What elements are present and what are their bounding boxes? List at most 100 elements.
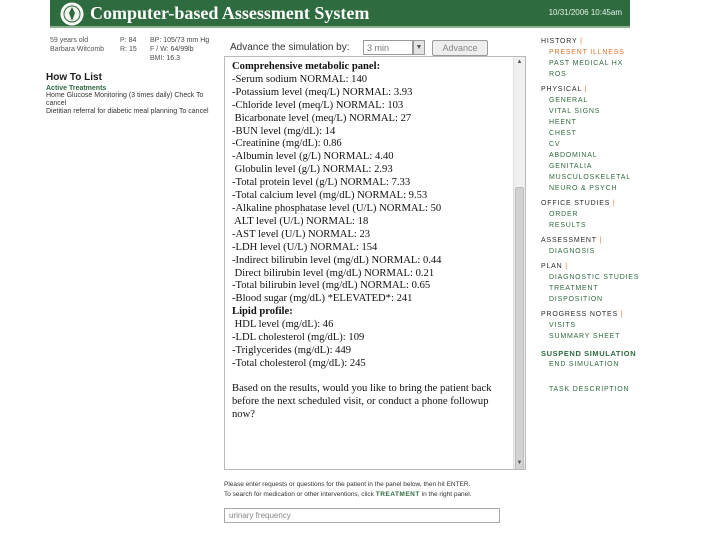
menu-separator: | bbox=[612, 200, 616, 207]
bmi-label: BMI: bbox=[150, 55, 165, 62]
patient-pulse-resp: P: 84 R: 15 bbox=[120, 36, 137, 54]
patient-identity: 59 years old Barbara Witcomb bbox=[50, 36, 104, 54]
right-nav-menu: HISTORY | PRESENT ILLNESS PAST MEDICAL H… bbox=[541, 36, 661, 395]
menu-section-physical[interactable]: PHYSICAL | bbox=[541, 84, 661, 95]
menu-section-office-studies[interactable]: OFFICE STUDIES | bbox=[541, 198, 661, 209]
scroll-up-icon[interactable]: ▲ bbox=[514, 57, 525, 68]
result-line: -BUN level (mg/dL): 14 bbox=[232, 125, 336, 137]
bmi-value: 16.3 bbox=[166, 55, 180, 62]
advance-label: Advance the simulation by: bbox=[230, 42, 350, 53]
chevron-down-icon[interactable]: ▼ bbox=[413, 40, 425, 55]
result-line: -Blood sugar (mg/dL) *ELEVATED*: 241 bbox=[232, 293, 413, 305]
menu-section-assessment[interactable]: ASSESSMENT | bbox=[541, 235, 661, 246]
app-header: Computer-based Assessment System 10/31/2… bbox=[50, 0, 630, 28]
result-line: -Alkaline phosphatase level (U/L) NORMAL… bbox=[232, 202, 442, 214]
how-to-list: How To List Active Treatments Home Gluco… bbox=[46, 72, 222, 116]
menu-item-summary-sheet[interactable]: SUMMARY SHEET bbox=[541, 331, 661, 342]
followup-question: Based on the results, would you like to … bbox=[232, 382, 492, 420]
result-line: -Potassium level (meq/L) NORMAL: 3.93 bbox=[232, 86, 413, 98]
suspend-simulation-link[interactable]: SUSPEND SIMULATION bbox=[541, 348, 661, 359]
menu-separator: | bbox=[565, 263, 568, 270]
instruction-line-1: Please enter requests or questions for t… bbox=[224, 481, 471, 488]
lipid-line: -LDL cholesterol (mg/dL): 109 bbox=[232, 332, 365, 344]
how-to-title: How To List bbox=[46, 72, 102, 83]
menu-section-progress-notes[interactable]: PROGRESS NOTES | bbox=[541, 309, 661, 320]
result-line: -Total protein level (g/L) NORMAL: 7.33 bbox=[232, 177, 411, 189]
menu-item-disposition[interactable]: DISPOSITION bbox=[541, 294, 661, 305]
result-line: ALT level (U/L) NORMAL: 18 bbox=[232, 215, 369, 227]
physical-label: PHYSICAL bbox=[541, 86, 582, 93]
result-line: -Albumin level (g/L) NORMAL: 4.40 bbox=[232, 151, 394, 163]
result-line: -LDH level (U/L) NORMAL: 154 bbox=[232, 241, 378, 253]
menu-item-musculoskeletal[interactable]: MUSCULOSKELETAL bbox=[541, 172, 661, 183]
menu-item-chest[interactable]: CHEST bbox=[541, 128, 661, 139]
result-line: Direct bilirubin level (mg/dL) NORMAL: 0… bbox=[232, 267, 435, 279]
patient-vitals: BP: 105/73 mm Hg F / W: 64/99lb BMI: 16.… bbox=[150, 36, 209, 63]
menu-item-abdominal[interactable]: ABDOMINAL bbox=[541, 150, 661, 161]
menu-separator: | bbox=[599, 237, 603, 244]
task-description-link[interactable]: TASK DESCRIPTION bbox=[541, 384, 661, 395]
pulse-label: P: bbox=[120, 37, 127, 44]
results-content: Comprehensive metabolic panel: -Serum so… bbox=[232, 61, 512, 421]
lipid-heading: Lipid profile: bbox=[232, 306, 293, 318]
treatment-item[interactable]: Dietitian referral for diabetic meal pla… bbox=[46, 108, 222, 116]
menu-item-vital-signs[interactable]: VITAL SIGNS bbox=[541, 106, 661, 117]
results-scrollbar[interactable]: ▲ ▼ bbox=[513, 57, 525, 469]
office-studies-label: OFFICE STUDIES bbox=[541, 200, 611, 207]
header-datetime: 10/31/2006 10:45am bbox=[548, 8, 622, 17]
menu-separator: | bbox=[580, 38, 583, 45]
results-panel[interactable]: Comprehensive metabolic panel: -Serum so… bbox=[224, 56, 526, 470]
treatment-item[interactable]: Home Glucose Monitoring (3 times daily) … bbox=[46, 92, 222, 108]
menu-separator: | bbox=[584, 86, 588, 93]
menu-section-history[interactable]: HISTORY | bbox=[541, 36, 661, 47]
bp-value: 105/73 mm Hg bbox=[163, 37, 210, 44]
menu-item-ros[interactable]: ROS bbox=[541, 69, 661, 80]
scroll-thumb[interactable] bbox=[515, 187, 524, 469]
resp-value: 15 bbox=[128, 46, 137, 53]
menu-separator: | bbox=[620, 311, 624, 318]
university-seal-icon bbox=[60, 2, 84, 26]
result-line: -AST level (U/L) NORMAL: 23 bbox=[232, 228, 371, 240]
result-line: -Chloride level (meq/L) NORMAL: 103 bbox=[232, 99, 404, 111]
menu-item-past-medical-hx[interactable]: PAST MEDICAL HX bbox=[541, 58, 661, 69]
menu-item-genitalia[interactable]: GENITALIA bbox=[541, 161, 661, 172]
menu-item-visits[interactable]: VISITS bbox=[541, 320, 661, 331]
fw-value: 64/99lb bbox=[170, 46, 194, 53]
menu-item-cv[interactable]: CV bbox=[541, 139, 661, 150]
advance-simulation-bar: Advance the simulation by: 3 min ▼ Advan… bbox=[230, 40, 500, 56]
pulse-value: 84 bbox=[128, 37, 137, 44]
instruction-line-2: To search for medication or other interv… bbox=[224, 490, 524, 500]
result-line: -Indirect bilirubin level (mg/dL) NORMAL… bbox=[232, 254, 442, 266]
end-simulation-link[interactable]: END SIMULATION bbox=[541, 359, 661, 370]
assessment-label: ASSESSMENT bbox=[541, 237, 597, 244]
resp-label: R: bbox=[120, 46, 127, 53]
patient-age: 59 years old bbox=[50, 37, 89, 44]
menu-item-diagnostic-studies[interactable]: DIAGNOSTIC STUDIES bbox=[541, 272, 661, 283]
menu-item-general[interactable]: GENERAL bbox=[541, 95, 661, 106]
progress-notes-label: PROGRESS NOTES bbox=[541, 311, 618, 318]
scroll-down-icon[interactable]: ▼ bbox=[514, 458, 525, 469]
menu-item-diagnosis[interactable]: DIAGNOSIS bbox=[541, 246, 661, 257]
lipid-line: -Total cholesterol (mg/dL): 245 bbox=[232, 357, 366, 369]
result-line: -Total calcium level (mg/dL) NORMAL: 9.5… bbox=[232, 190, 428, 202]
result-line: -Total bilirubin level (mg/dL) NORMAL: 0… bbox=[232, 280, 431, 292]
menu-item-treatment[interactable]: TREATMENT bbox=[541, 283, 661, 294]
result-line: Bicarbonate level (meq/L) NORMAL: 27 bbox=[232, 112, 412, 124]
menu-item-neuro-psych[interactable]: NEURO & PSYCH bbox=[541, 183, 661, 194]
bp-label: BP: bbox=[150, 37, 162, 44]
instruction-prefix: To search for medication or other interv… bbox=[224, 491, 374, 498]
menu-item-present-illness[interactable]: PRESENT ILLNESS bbox=[541, 47, 661, 58]
advance-button[interactable]: Advance bbox=[432, 40, 488, 56]
menu-item-results[interactable]: RESULTS bbox=[541, 220, 661, 231]
lipid-line: -Triglycerides (mg/dL): 449 bbox=[232, 344, 352, 356]
active-treatments-label: Active Treatments bbox=[46, 85, 107, 92]
instruction-suffix: in the right panel. bbox=[421, 491, 472, 498]
menu-item-order[interactable]: ORDER bbox=[541, 209, 661, 220]
patient-request-input[interactable]: urinary frequency bbox=[224, 508, 500, 523]
advance-time-select[interactable]: 3 min bbox=[363, 40, 413, 55]
menu-item-heent[interactable]: HEENT bbox=[541, 117, 661, 128]
instructions: Please enter requests or questions for t… bbox=[224, 480, 524, 500]
patient-name: Barbara Witcomb bbox=[50, 46, 105, 53]
result-line: -Creatinine (mg/dL): 0.86 bbox=[232, 138, 342, 150]
menu-section-plan[interactable]: PLAN | bbox=[541, 261, 661, 272]
